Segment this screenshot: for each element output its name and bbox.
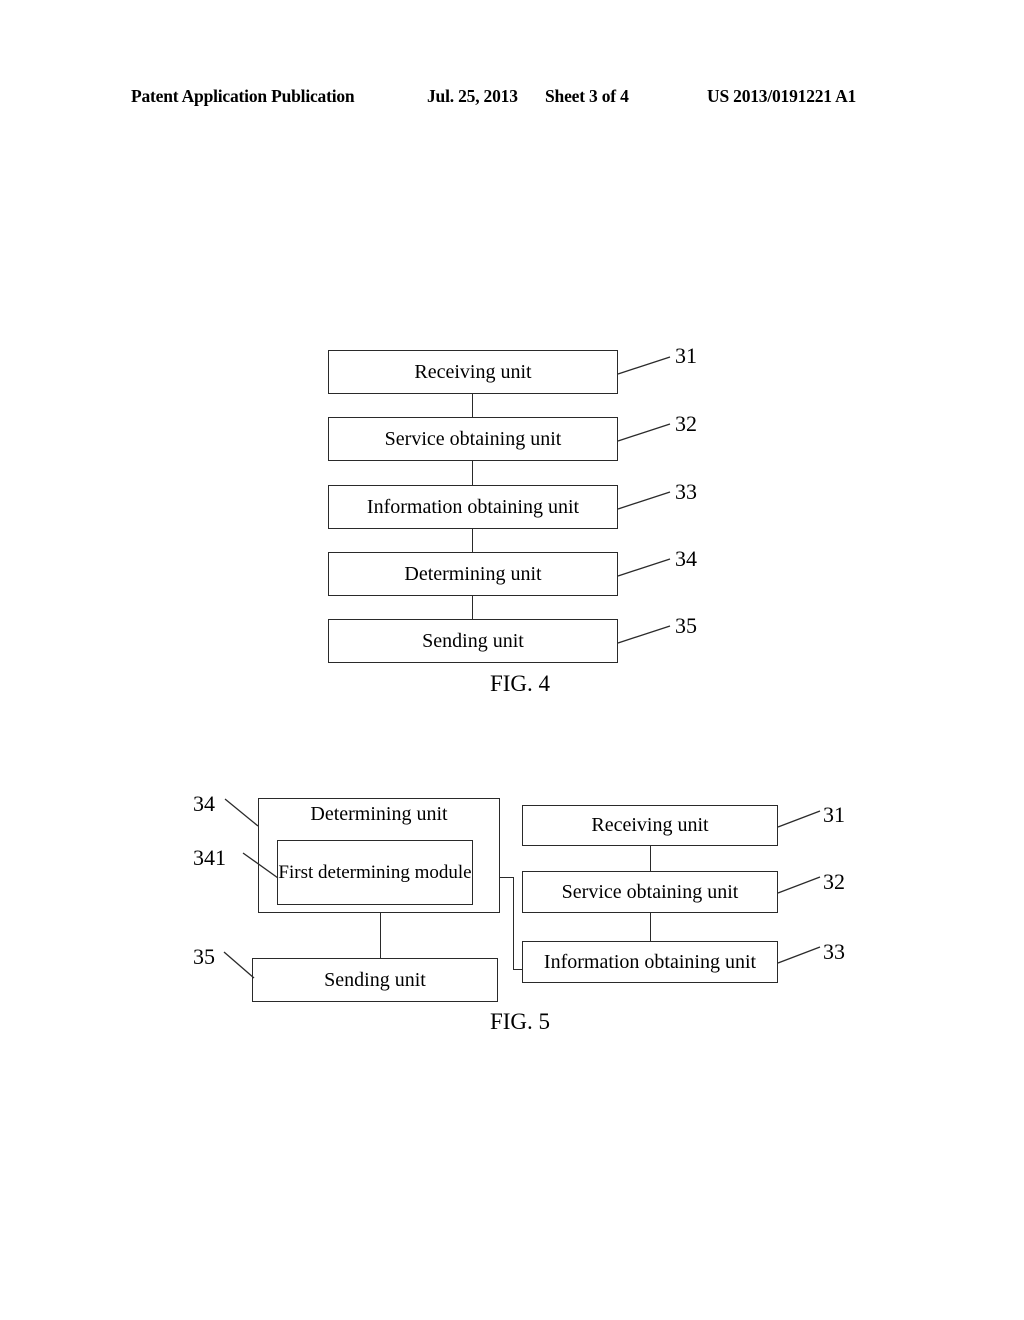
connector-fig5-31-32 [650,846,651,871]
fig5-node-service-obtaining-unit: Service obtaining unit [522,871,778,913]
fig4-node-label: Sending unit [422,629,524,652]
reference-numeral-32: 32 [675,411,697,436]
fig5-node-label: Service obtaining unit [561,880,739,903]
reference-numeral-34: 34 [675,546,697,571]
leader-line-fig5-32 [777,876,821,894]
leader-line-fig5-34 [224,798,259,827]
reference-numeral-31: 31 [675,343,697,368]
reference-numeral-fig5-31: 31 [823,802,845,827]
fig5-node-label: Information obtaining unit [543,950,757,973]
reference-numeral-fig5-32: 32 [823,869,845,894]
reference-numeral-fig5-34: 34 [193,791,215,816]
leader-line-fig5-33 [777,946,821,964]
fig4-node-sending-unit: Sending unit [328,619,618,663]
leader-line-33 [617,491,671,510]
fig5-node-receiving-unit: Receiving unit [522,805,778,846]
fig5-node-first-determining-module: First determining module [277,840,473,905]
reference-numeral-35: 35 [675,613,697,638]
leader-line-35 [617,625,671,644]
leader-line-32 [617,423,671,442]
leader-line-fig5-341 [242,852,279,879]
figure-5-caption: FIG. 5 [489,1009,551,1034]
fig5-node-label: First determining module [278,861,472,883]
fig5-node-label: Receiving unit [591,814,709,836]
fig5-node-label: Determining unit [310,803,448,825]
fig4-node-label: Service obtaining unit [384,427,562,450]
fig4-node-label: Determining unit [404,562,542,585]
reference-numeral-fig5-341: 341 [193,845,226,870]
fig4-node-determining-unit: Determining unit [328,552,618,596]
figure-5: Determining unit First determining modul… [0,0,1024,1060]
connector-341-33-segment-b [513,877,514,969]
leader-line-fig5-35 [223,951,255,979]
reference-numeral-fig5-35: 35 [193,944,215,969]
reference-numeral-33: 33 [675,479,697,504]
connector-fig5-32-33 [650,913,651,941]
fig5-node-information-obtaining-unit: Information obtaining unit [522,941,778,983]
leader-line-31 [617,356,671,375]
fig4-node-service-obtaining-unit: Service obtaining unit [328,417,618,461]
fig4-node-information-obtaining-unit: Information obtaining unit [328,485,618,529]
fig5-node-label: Sending unit [324,968,426,991]
fig4-node-receiving-unit: Receiving unit [328,350,618,394]
fig4-node-label: Receiving unit [414,360,532,383]
reference-numeral-fig5-33: 33 [823,939,845,964]
leader-line-34 [617,558,671,577]
fig4-node-label: Information obtaining unit [366,495,580,518]
leader-line-fig5-31 [777,810,821,828]
fig5-node-sending-unit: Sending unit [252,958,498,1002]
